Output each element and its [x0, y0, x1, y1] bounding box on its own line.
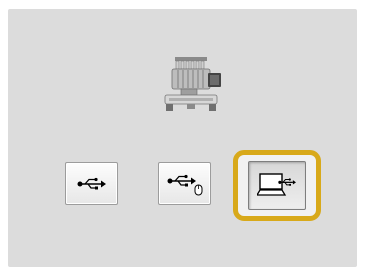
embroidery-machine-icon [164, 57, 221, 111]
selected-option-frame [233, 150, 321, 221]
usb-button[interactable] [65, 162, 118, 205]
usb-mouse-icon [167, 174, 202, 195]
usb-mouse-button[interactable] [158, 162, 211, 205]
usb-icon [77, 177, 106, 189]
computer-usb-icon [257, 172, 296, 196]
selection-panel [8, 9, 357, 267]
computer-usb-button[interactable] [248, 161, 306, 210]
